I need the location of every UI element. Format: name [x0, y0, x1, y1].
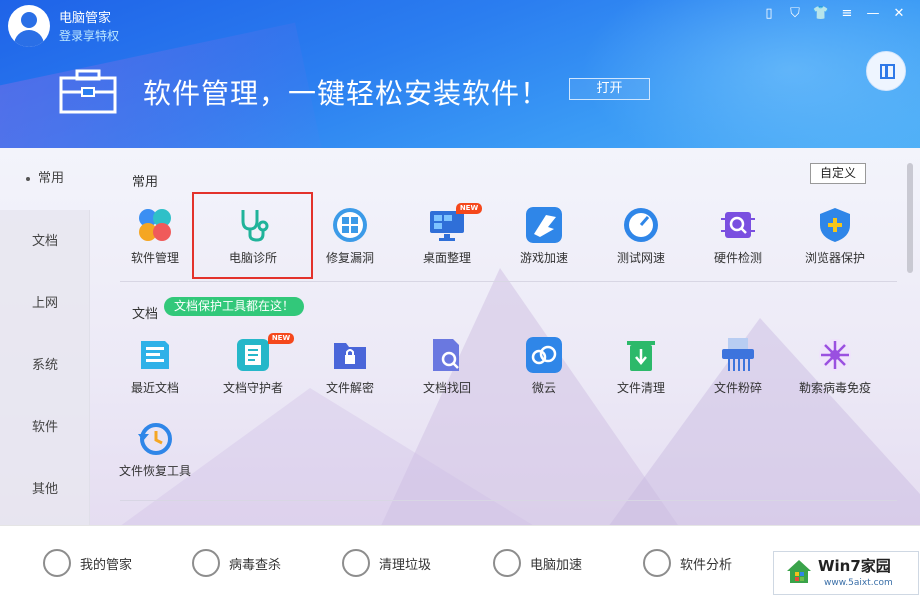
tool-fix-vulnerabilities[interactable]: 修复漏洞 — [307, 207, 393, 281]
nav-label: 电脑加速 — [530, 557, 583, 573]
rocket-icon — [493, 549, 521, 577]
tool-label: 文件粉碎 — [713, 381, 762, 395]
new-badge: NEW — [456, 203, 482, 214]
tool-file-decrypt[interactable]: 文件解密 — [307, 337, 393, 411]
minimize-button[interactable]: — — [862, 4, 884, 24]
trash-icon — [627, 341, 655, 371]
section-divider — [120, 500, 897, 501]
tool-browser-protection[interactable]: 浏览器保护 — [792, 207, 878, 281]
tool-label: 最近文档 — [130, 381, 179, 395]
sidebar-item-software[interactable]: 软件 — [0, 397, 90, 459]
speedometer-icon — [624, 208, 658, 242]
site-watermark: Win7家园 www.5aixt.com — [773, 551, 919, 595]
shredder-icon — [722, 338, 754, 371]
shield-icon — [820, 208, 850, 242]
nav-label: 软件分析 — [680, 557, 733, 573]
tool-label: 勒索病毒免疫 — [798, 381, 871, 395]
tool-file-shredder[interactable]: 文件粉碎 — [695, 337, 781, 411]
tool-file-cleanup[interactable]: 文件清理 — [598, 337, 684, 411]
tool-label: 微云 — [531, 381, 556, 395]
panel-toggle-icon — [880, 64, 895, 79]
new-badge: NEW — [268, 333, 294, 344]
tool-label: 文档找回 — [422, 381, 471, 395]
tool-weiyun[interactable]: 微云 — [501, 337, 587, 411]
tool-label: 文件清理 — [616, 381, 665, 395]
tool-hardware-check[interactable]: 硬件检测 — [695, 207, 781, 281]
user-icon — [43, 549, 71, 577]
tool-label: 文件解密 — [325, 381, 374, 395]
nav-virus-scan[interactable]: 病毒查杀 — [192, 547, 281, 579]
lightning-icon — [192, 549, 220, 577]
tool-doc-recovery[interactable]: 文档找回 — [404, 337, 490, 411]
menu-icon[interactable]: ≡ — [836, 4, 858, 24]
shield-status-icon[interactable]: ⛉ — [784, 4, 806, 24]
watermark-title: Win7家园 — [818, 557, 891, 575]
open-button[interactable]: 打开 — [569, 78, 650, 100]
cloud-icon — [526, 337, 562, 373]
sidebar-item-internet[interactable]: 上网 — [0, 273, 90, 335]
header-banner: 电脑管家 登录享特权 ▯ ⛉ 👕 ≡ — ✕ 软件管理，一键轻松安装软件！ 打开 — [0, 0, 920, 148]
tool-recent-docs[interactable]: 最近文档 — [112, 337, 198, 411]
section-title-common: 常用 — [132, 175, 159, 190]
tool-label: 桌面整理 — [422, 251, 471, 265]
window-controls: ▯ ⛉ 👕 ≡ — ✕ — [758, 4, 910, 24]
tool-desktop-organizer[interactable]: NEW 桌面整理 — [404, 203, 490, 281]
doc-search-icon — [433, 339, 459, 371]
tool-label: 文档守护者 — [222, 381, 283, 395]
nav-label: 清理垃圾 — [379, 557, 432, 573]
game-boost-icon — [526, 207, 562, 243]
windows-repair-icon — [333, 208, 367, 242]
side-panel-button[interactable] — [866, 51, 906, 91]
sidebar-item-other[interactable]: 其他 — [0, 459, 90, 521]
tool-ransomware-immunity[interactable]: 勒索病毒免疫 — [792, 337, 878, 411]
doc-guardian-icon — [237, 339, 269, 371]
category-sidebar: 常用 文档 上网 系统 软件 其他 — [0, 148, 90, 525]
sidebar-item-system[interactable]: 系统 — [0, 335, 90, 397]
banner-title: 软件管理，一键轻松安装软件！ — [143, 77, 550, 110]
customize-button[interactable]: 自定义 — [810, 163, 866, 184]
nav-my-manager[interactable]: 我的管家 — [43, 547, 132, 579]
file-restore-icon — [138, 423, 172, 455]
watermark-url: www.5aixt.com — [824, 578, 893, 588]
analysis-icon — [643, 549, 671, 577]
phone-icon[interactable]: ▯ — [758, 4, 780, 24]
doc-protection-tag: 文档保护工具都在这！ — [164, 297, 305, 316]
tool-doc-guardian[interactable]: NEW 文档守护者 — [210, 333, 296, 411]
clover-apps-icon — [139, 209, 171, 241]
section-title-documents: 文档 — [132, 307, 159, 322]
tool-software-manager[interactable]: 软件管理 — [112, 207, 198, 281]
skin-shirt-icon[interactable]: 👕 — [810, 4, 832, 24]
login-link[interactable]: 登录享特权 — [59, 27, 119, 44]
tool-label: 文件恢复工具 — [118, 464, 191, 478]
house-logo-icon — [787, 560, 811, 583]
close-button[interactable]: ✕ — [888, 4, 910, 24]
sidebar-item-common[interactable]: 常用 — [0, 148, 90, 210]
nav-label: 我的管家 — [80, 557, 133, 573]
avatar[interactable] — [8, 5, 50, 47]
nav-pc-boost[interactable]: 电脑加速 — [493, 547, 582, 579]
tool-label: 游戏加速 — [519, 251, 568, 265]
nav-clean-junk[interactable]: 清理垃圾 — [342, 547, 431, 579]
scrollbar[interactable] — [907, 163, 913, 273]
section-divider — [120, 281, 897, 282]
sidebar-item-documents[interactable]: 文档 — [0, 211, 90, 273]
tool-label: 硬件检测 — [713, 251, 762, 265]
chip-icon — [721, 212, 755, 238]
tool-label: 测试网速 — [616, 251, 665, 265]
app-title: 电脑管家 — [59, 11, 112, 26]
recent-docs-icon — [141, 341, 169, 369]
virus-icon — [819, 339, 851, 371]
tool-speed-test[interactable]: 测试网速 — [598, 207, 684, 281]
folder-lock-icon — [334, 343, 366, 369]
nav-software-analysis[interactable]: 软件分析 — [643, 547, 732, 579]
tool-file-restore[interactable]: 文件恢复工具 — [112, 420, 198, 494]
tool-game-boost[interactable]: 游戏加速 — [501, 207, 587, 281]
selection-highlight — [192, 192, 313, 279]
nav-label: 病毒查杀 — [229, 557, 282, 573]
tool-label: 浏览器保护 — [804, 251, 865, 265]
toolbox-icon — [59, 69, 117, 114]
broom-icon — [342, 549, 370, 577]
